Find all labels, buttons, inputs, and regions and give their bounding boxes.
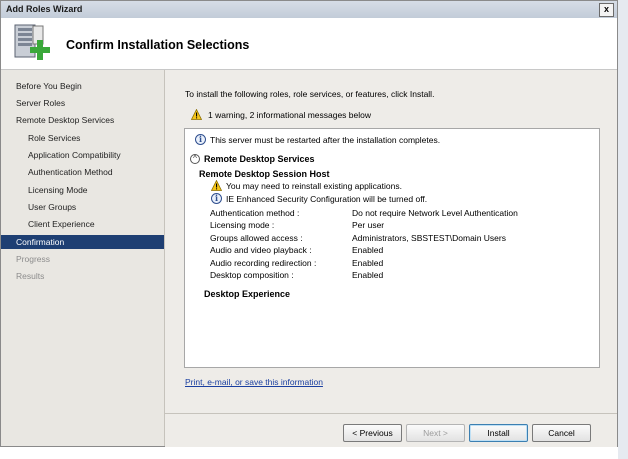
nav-item-remote-desktop-services[interactable]: Remote Desktop Services [1,113,164,127]
nav-item-client-experience[interactable]: Client Experience [1,217,164,231]
page-title: Confirm Installation Selections [66,38,250,52]
setting-label: Authentication method : [210,208,300,218]
add-roles-wizard-window: Add Roles Wizard x Confirm Installation … [0,0,618,447]
setting-label: Desktop composition : [210,270,294,280]
setting-value: Enabled [352,258,384,268]
restart-info-text: This server must be restarted after the … [210,135,441,145]
summary-warning-text: 1 warning, 2 informational messages belo… [208,110,372,120]
warning-icon [211,180,222,191]
cancel-button[interactable]: Cancel [532,424,591,442]
wizard-nav: Before You Begin Server Roles Remote Des… [1,70,165,446]
print-save-link[interactable]: Print, e-mail, or save this information [185,377,323,387]
wizard-footer: < Previous Next > Install Cancel [165,413,617,447]
wizard-header: Confirm Installation Selections [1,18,617,70]
setting-value: Do not require Network Level Authenticat… [352,208,518,218]
nav-item-role-services[interactable]: Role Services [1,131,164,145]
setting-label: Audio recording redirection : [210,258,317,268]
title-bar[interactable]: Add Roles Wizard x [1,1,617,19]
nav-item-before-you-begin[interactable]: Before You Begin [1,79,164,93]
subsection-title: Remote Desktop Session Host [199,169,330,179]
previous-button[interactable]: < Previous [343,424,402,442]
nav-item-confirmation[interactable]: Confirmation [1,235,164,249]
nav-item-server-roles[interactable]: Server Roles [1,96,164,110]
nav-item-authentication-method[interactable]: Authentication Method [1,165,164,179]
feature-title: Desktop Experience [204,289,291,299]
setting-label: Groups allowed access : [210,233,303,243]
info-icon: i [195,134,206,145]
section-title: Remote Desktop Services [204,154,315,164]
setting-value: Enabled [352,270,384,280]
nav-item-progress: Progress [16,254,51,264]
nav-item-licensing-mode[interactable]: Licensing Mode [1,183,164,197]
reinstall-warning-text: You may need to reinstall existing appli… [226,181,402,191]
ie-info-text: IE Enhanced Security Configuration will … [226,194,428,204]
nav-item-application-compatibility[interactable]: Application Compatibility [1,148,164,162]
window-title: Add Roles Wizard [6,4,83,14]
info-icon: i [211,193,222,204]
confirmation-details-box: i This server must be restarted after th… [184,128,600,368]
intro-text: To install the following roles, role ser… [185,89,435,99]
content-panel: To install the following roles, role ser… [165,70,617,413]
nav-item-user-groups[interactable]: User Groups [1,200,164,214]
setting-label: Audio and video playback : [210,245,312,255]
close-button[interactable]: x [599,3,614,17]
setting-value: Administrators, SBSTEST\Domain Users [352,233,506,243]
warning-icon [191,109,202,120]
next-button[interactable]: Next > [406,424,465,442]
collapse-chevron-icon[interactable]: ^ [190,154,200,164]
setting-label: Licensing mode : [210,220,275,230]
setting-value: Enabled [352,245,384,255]
server-add-icon [14,24,50,60]
background-window-edge [618,0,628,459]
install-button[interactable]: Install [469,424,528,442]
nav-item-results: Results [16,271,45,281]
setting-value: Per user [352,220,385,230]
